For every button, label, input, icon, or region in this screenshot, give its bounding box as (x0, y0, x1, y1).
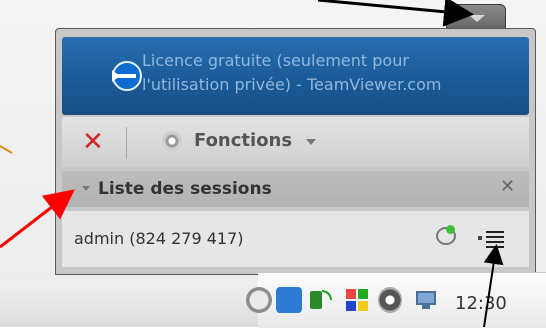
windows-flag-icon[interactable] (344, 287, 370, 313)
close-icon[interactable]: ✕ (82, 127, 104, 157)
menu-icon[interactable] (476, 225, 506, 251)
teamviewer-logo-icon (112, 61, 142, 91)
menu-line (486, 231, 504, 233)
close-icon[interactable]: ✕ (500, 176, 515, 197)
teamviewer-panel: Licence gratuite (seulement pour l'utili… (55, 28, 536, 275)
session-row[interactable]: admin (824 279 417) (62, 211, 529, 267)
sessions-header[interactable]: Liste des sessions ✕ (62, 171, 529, 207)
sessions-title: Liste des sessions (98, 179, 272, 199)
taskbar-left (0, 282, 258, 327)
session-label: admin (824 279 417) (74, 229, 244, 248)
menu-line (486, 241, 504, 243)
tray-back-icon[interactable] (246, 287, 272, 313)
license-text: Licence gratuite (seulement pour l'utili… (142, 49, 522, 97)
panel-toolbar: ✕ Fonctions (62, 117, 529, 167)
tray-monitor-icon[interactable] (414, 287, 438, 313)
remote-control-icon[interactable] (432, 225, 456, 245)
functions-menu-button[interactable]: Fonctions (194, 130, 292, 151)
collapse-caret-icon[interactable] (82, 186, 90, 191)
dropdown-arrow-icon[interactable] (306, 139, 316, 145)
toolbar-separator (126, 127, 127, 159)
collapse-chevron-icon (469, 15, 485, 22)
gear-icon[interactable] (162, 131, 182, 151)
tray-disc-icon[interactable] (378, 287, 402, 313)
license-line-1: Licence gratuite (seulement pour (142, 51, 409, 70)
taskbar-clock[interactable]: 12:30 (455, 293, 507, 314)
menu-line (486, 236, 504, 238)
menu-line (486, 246, 504, 248)
network-signal-icon[interactable] (306, 287, 332, 313)
license-banner[interactable]: Licence gratuite (seulement pour l'utili… (62, 37, 529, 115)
teamviewer-tray-icon[interactable] (276, 287, 302, 313)
license-line-2: l'utilisation privée) - TeamViewer.com (142, 75, 442, 94)
menu-dot (478, 236, 482, 240)
